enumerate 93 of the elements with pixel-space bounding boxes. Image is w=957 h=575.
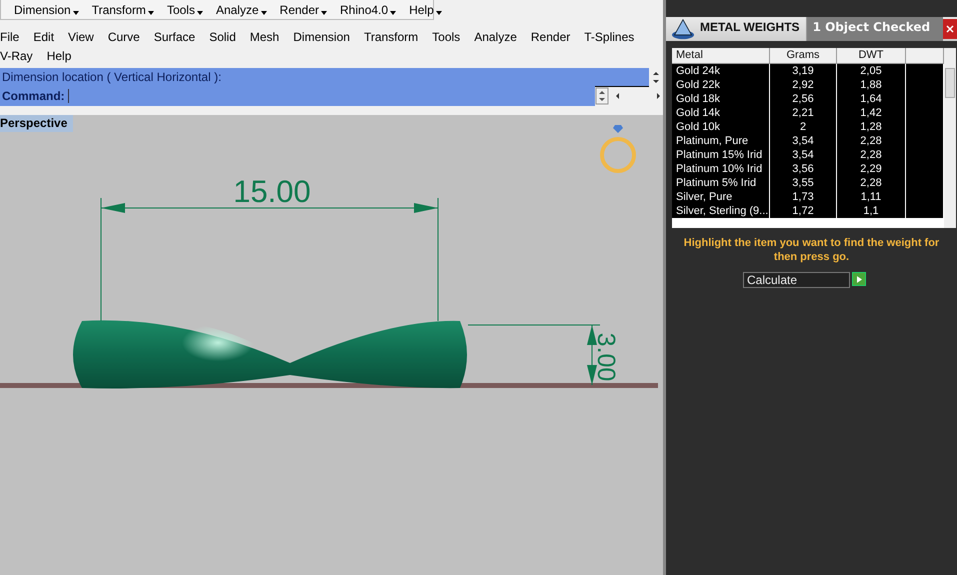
table-cell: 1,88 <box>837 78 906 92</box>
table-cell: 3,56 <box>770 162 837 176</box>
menu-item[interactable]: Solid <box>209 30 236 45</box>
menu-item[interactable]: Dimension <box>293 30 350 45</box>
spin-arrows-icon[interactable] <box>595 87 609 105</box>
caret-icon <box>321 10 328 15</box>
table-cell: 3,54 <box>770 148 837 162</box>
table-row[interactable]: Gold 24k 3,19 2,05 <box>672 64 944 78</box>
caret-icon <box>260 10 267 15</box>
menu-item[interactable]: T-Splines <box>584 30 634 45</box>
column-header <box>906 48 944 64</box>
calculate-dropdown[interactable]: Calculate <box>743 272 850 288</box>
toolbar-menu[interactable]: Help <box>407 2 444 17</box>
table-row[interactable]: Gold 18k 2,56 1,64 <box>672 92 944 106</box>
table-cell: 2,28 <box>837 134 906 148</box>
menu-item[interactable]: View <box>68 30 94 45</box>
table-cell: 1,72 <box>770 204 837 218</box>
column-header[interactable]: Metal <box>672 48 770 64</box>
pyramid-icon <box>670 18 696 40</box>
menu-item[interactable]: Surface <box>154 30 196 45</box>
table-cell: 3,19 <box>770 64 837 78</box>
menu-item[interactable]: Tools <box>432 30 460 45</box>
menu-item[interactable]: Help <box>46 48 72 64</box>
table-cell: Gold 14k <box>672 106 770 120</box>
dimension-label: 15.00 <box>233 174 311 209</box>
table-row[interactable]: Silver, Sterling (9... 1,72 1,1 <box>672 204 944 218</box>
toolbar-menu[interactable]: Dimension <box>12 2 81 17</box>
toolbar-menu[interactable]: Transform <box>90 2 156 17</box>
menu-item[interactable]: Mesh <box>250 30 280 45</box>
menu-item[interactable]: Render <box>530 30 570 45</box>
command-history: Dimension location ( Vertical Horizontal ): <box>0 68 649 86</box>
menu-item[interactable]: V-Ray <box>0 48 33 64</box>
toolbar-menu[interactable]: Analyze <box>214 2 269 17</box>
caret-icon <box>72 10 79 15</box>
table-cell: Gold 10k <box>672 120 770 134</box>
table-cell: Gold 24k <box>672 64 770 78</box>
menu-item[interactable]: Edit <box>33 30 54 45</box>
table-cell: Silver, Pure <box>672 190 770 204</box>
close-icon <box>946 25 954 33</box>
caret-icon <box>390 10 396 15</box>
table-cell: 1,64 <box>837 92 906 106</box>
column-header[interactable]: Grams <box>770 48 837 64</box>
table-row[interactable]: Silver, Pure 1,73 1,11 <box>672 190 944 204</box>
table-row[interactable]: Gold 14k 2,21 1,42 <box>672 106 944 120</box>
table-cell: Gold 22k <box>672 78 770 92</box>
table-cell: 1,73 <box>770 190 837 204</box>
toolbar-menu[interactable]: Tools <box>164 2 205 17</box>
table-row[interactable]: Platinum 10% Irid 3,56 2,29 <box>672 162 944 176</box>
caret-icon <box>436 10 442 15</box>
table-cell: 2 <box>770 120 837 134</box>
table-cell: Platinum 15% Irid <box>672 148 770 162</box>
table-cell: 2,05 <box>837 64 906 78</box>
table-cell: 1,42 <box>837 106 906 120</box>
play-icon <box>856 276 862 282</box>
scrollbar[interactable] <box>944 48 956 228</box>
table-cell: Gold 18k <box>672 92 770 106</box>
close-button[interactable] <box>943 19 957 39</box>
column-header[interactable]: DWT <box>837 48 906 64</box>
table-row[interactable]: Gold 10k 2 1,28 <box>672 120 944 134</box>
table-row[interactable]: Gold 22k 2,92 1,88 <box>672 78 944 92</box>
menu-item[interactable]: File <box>0 30 20 45</box>
table-cell: Silver, Sterling (9... <box>672 204 770 218</box>
toolbar-menu[interactable]: Rhino4.0 <box>338 2 398 17</box>
table-cell: Platinum, Pure <box>672 134 770 148</box>
table-cell: 1,28 <box>837 120 906 134</box>
ring-icon <box>600 125 636 173</box>
caret-icon <box>196 10 203 15</box>
table-cell: 2,29 <box>837 162 906 176</box>
table-cell: Platinum 10% Irid <box>672 162 770 176</box>
caret-icon <box>148 10 154 15</box>
table-cell: 2,21 <box>770 106 837 120</box>
menu-item[interactable]: Curve <box>108 30 140 45</box>
instruction-text: Highlight the item you want to find the weight for then press go. <box>682 236 940 264</box>
table-cell: 2,92 <box>770 78 837 92</box>
table-cell: 2,56 <box>770 92 837 106</box>
menu-item[interactable]: Analyze <box>474 30 517 45</box>
menu-item[interactable]: Transform <box>364 30 418 45</box>
viewport-label[interactable]: Perspective <box>0 115 74 132</box>
table-cell: 3,55 <box>770 176 837 190</box>
command-field[interactable]: Command: <box>0 86 595 106</box>
status-text: 1 Object Checked <box>806 17 943 41</box>
table-cell: 1,1 <box>837 204 906 218</box>
go-button[interactable] <box>852 272 866 286</box>
table-row[interactable]: Platinum 5% Irid 3,55 2,28 <box>672 176 944 190</box>
table-cell: 2,28 <box>837 148 906 162</box>
table-cell: 2,28 <box>837 176 906 190</box>
table-cell: 3,54 <box>770 134 837 148</box>
table-cell: Platinum 5% Irid <box>672 176 770 190</box>
toolbar-menu[interactable]: Render <box>278 2 330 17</box>
table-cell: 1,11 <box>837 190 906 204</box>
dimension-label: 3.00 <box>592 332 620 382</box>
table-row[interactable]: Platinum 15% Irid 3,54 2,28 <box>672 148 944 162</box>
table-row[interactable]: Platinum, Pure 3,54 2,28 <box>672 134 944 148</box>
